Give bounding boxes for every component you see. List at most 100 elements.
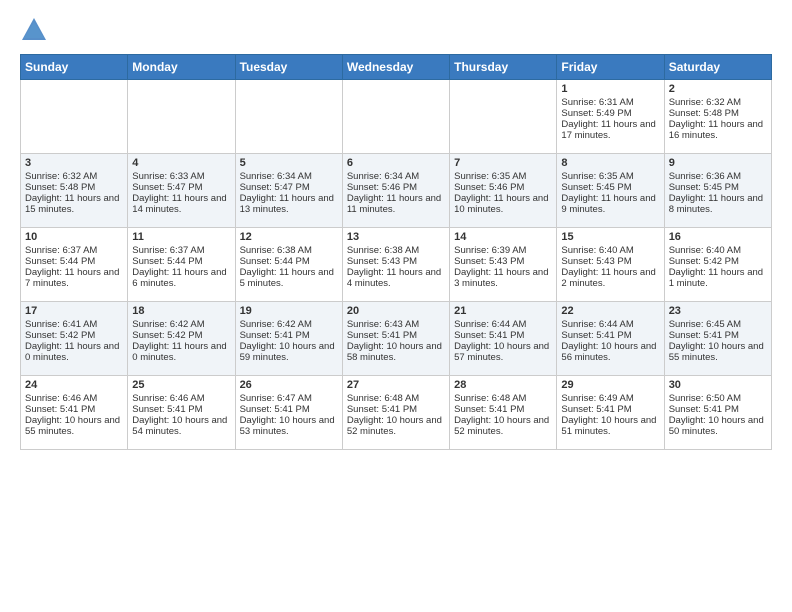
day-header-friday: Friday [557,55,664,80]
day-info: Sunset: 5:41 PM [347,330,445,341]
day-info: Daylight: 11 hours and 13 minutes. [240,193,338,215]
day-info: Sunrise: 6:44 AM [561,319,659,330]
calendar-cell [450,80,557,154]
day-info: Sunrise: 6:43 AM [347,319,445,330]
day-info: Sunrise: 6:35 AM [454,171,552,182]
day-info: Sunset: 5:41 PM [561,330,659,341]
day-number: 5 [240,157,338,169]
day-info: Daylight: 10 hours and 59 minutes. [240,341,338,363]
day-info: Sunset: 5:43 PM [561,256,659,267]
day-number: 28 [454,379,552,391]
calendar-table: SundayMondayTuesdayWednesdayThursdayFrid… [20,54,772,450]
day-number: 6 [347,157,445,169]
day-info: Sunset: 5:45 PM [561,182,659,193]
day-info: Sunset: 5:41 PM [454,330,552,341]
day-info: Sunset: 5:41 PM [25,404,123,415]
calendar-cell: 21 Sunrise: 6:44 AMSunset: 5:41 PMDayligh… [450,302,557,376]
day-number: 9 [669,157,767,169]
day-number: 1 [561,83,659,95]
day-info: Daylight: 11 hours and 10 minutes. [454,193,552,215]
day-info: Daylight: 10 hours and 50 minutes. [669,415,767,437]
day-info: Sunrise: 6:38 AM [240,245,338,256]
day-info: Sunset: 5:42 PM [132,330,230,341]
day-info: Sunset: 5:42 PM [25,330,123,341]
day-number: 11 [132,231,230,243]
day-info: Sunset: 5:45 PM [669,182,767,193]
day-number: 15 [561,231,659,243]
calendar-cell: 2Sunrise: 6:32 AMSunset: 5:48 PMDaylight… [664,80,771,154]
day-info: Sunset: 5:44 PM [132,256,230,267]
day-info: Sunset: 5:42 PM [669,256,767,267]
calendar-cell: 16Sunrise: 6:40 AMSunset: 5:42 PMDayligh… [664,228,771,302]
page-header [20,16,772,44]
calendar-cell: 17Sunrise: 6:41 AMSunset: 5:42 PMDayligh… [21,302,128,376]
day-info: Sunrise: 6:50 AM [669,393,767,404]
day-info: Daylight: 10 hours and 55 minutes. [669,341,767,363]
logo [20,16,52,44]
day-number: 17 [25,305,123,317]
calendar-cell: 5 Sunrise: 6:34 AMSunset: 5:47 PMDaylight… [235,154,342,228]
calendar-cell: 24Sunrise: 6:46 AMSunset: 5:41 PMDayligh… [21,376,128,450]
day-header-tuesday: Tuesday [235,55,342,80]
day-info: Daylight: 11 hours and 3 minutes. [454,267,552,289]
calendar-week-3: 10Sunrise: 6:37 AMSunset: 5:44 PMDayligh… [21,228,772,302]
calendar-cell: 8Sunrise: 6:35 AMSunset: 5:45 PMDaylight… [557,154,664,228]
calendar-cell: 6Sunrise: 6:34 AMSunset: 5:46 PMDaylight… [342,154,449,228]
day-info: Sunrise: 6:31 AM [561,97,659,108]
day-number: 25 [132,379,230,391]
calendar-cell: 25Sunrise: 6:46 AMSunset: 5:41 PMDayligh… [128,376,235,450]
day-number: 3 [25,157,123,169]
calendar-cell: 22Sunrise: 6:44 AMSunset: 5:41 PMDayligh… [557,302,664,376]
day-info: Sunrise: 6:48 AM [454,393,552,404]
day-info: Daylight: 11 hours and 16 minutes. [669,119,767,141]
calendar-cell [342,80,449,154]
day-info: Sunset: 5:41 PM [240,330,338,341]
day-number: 21 [454,305,552,317]
day-info: Sunset: 5:41 PM [669,404,767,415]
calendar-cell: 30 Sunrise: 6:50 AMSunset: 5:41 PMDayligh… [664,376,771,450]
day-info: Sunset: 5:47 PM [240,182,338,193]
calendar-cell: 3Sunrise: 6:32 AMSunset: 5:48 PMDaylight… [21,154,128,228]
day-number: 16 [669,231,767,243]
day-info: Sunrise: 6:34 AM [347,171,445,182]
day-info: Sunset: 5:43 PM [347,256,445,267]
day-number: 13 [347,231,445,243]
day-info: Daylight: 11 hours and 14 minutes. [132,193,230,215]
day-info: Sunset: 5:41 PM [669,330,767,341]
day-number: 2 [669,83,767,95]
day-info: Daylight: 10 hours and 53 minutes. [240,415,338,437]
day-info: Daylight: 11 hours and 5 minutes. [240,267,338,289]
day-info: Sunrise: 6:37 AM [132,245,230,256]
day-info: Sunset: 5:41 PM [561,404,659,415]
day-number: 23 [669,305,767,317]
day-info: Sunrise: 6:42 AM [240,319,338,330]
day-info: Daylight: 10 hours and 56 minutes. [561,341,659,363]
day-info: Sunset: 5:49 PM [561,108,659,119]
day-info: Sunrise: 6:44 AM [454,319,552,330]
day-number: 19 [240,305,338,317]
day-info: Sunrise: 6:34 AM [240,171,338,182]
day-info: Daylight: 11 hours and 11 minutes. [347,193,445,215]
calendar-week-4: 17Sunrise: 6:41 AMSunset: 5:42 PMDayligh… [21,302,772,376]
day-info: Sunset: 5:41 PM [132,404,230,415]
day-info: Daylight: 11 hours and 17 minutes. [561,119,659,141]
day-info: Sunrise: 6:36 AM [669,171,767,182]
day-info: Daylight: 11 hours and 6 minutes. [132,267,230,289]
calendar-cell: 13Sunrise: 6:38 AMSunset: 5:43 PMDayligh… [342,228,449,302]
day-info: Sunset: 5:44 PM [25,256,123,267]
day-info: Daylight: 10 hours and 52 minutes. [347,415,445,437]
day-number: 4 [132,157,230,169]
day-number: 18 [132,305,230,317]
calendar-cell: 23Sunrise: 6:45 AMSunset: 5:41 PMDayligh… [664,302,771,376]
calendar-week-2: 3Sunrise: 6:32 AMSunset: 5:48 PMDaylight… [21,154,772,228]
calendar-cell: 14Sunrise: 6:39 AMSunset: 5:43 PMDayligh… [450,228,557,302]
day-info: Sunrise: 6:32 AM [25,171,123,182]
day-header-monday: Monday [128,55,235,80]
day-info: Daylight: 10 hours and 57 minutes. [454,341,552,363]
day-info: Sunset: 5:41 PM [347,404,445,415]
day-info: Sunset: 5:44 PM [240,256,338,267]
calendar-cell: 11 Sunrise: 6:37 AMSunset: 5:44 PMDayligh… [128,228,235,302]
day-info: Sunrise: 6:40 AM [669,245,767,256]
day-info: Sunset: 5:41 PM [240,404,338,415]
day-number: 30 [669,379,767,391]
